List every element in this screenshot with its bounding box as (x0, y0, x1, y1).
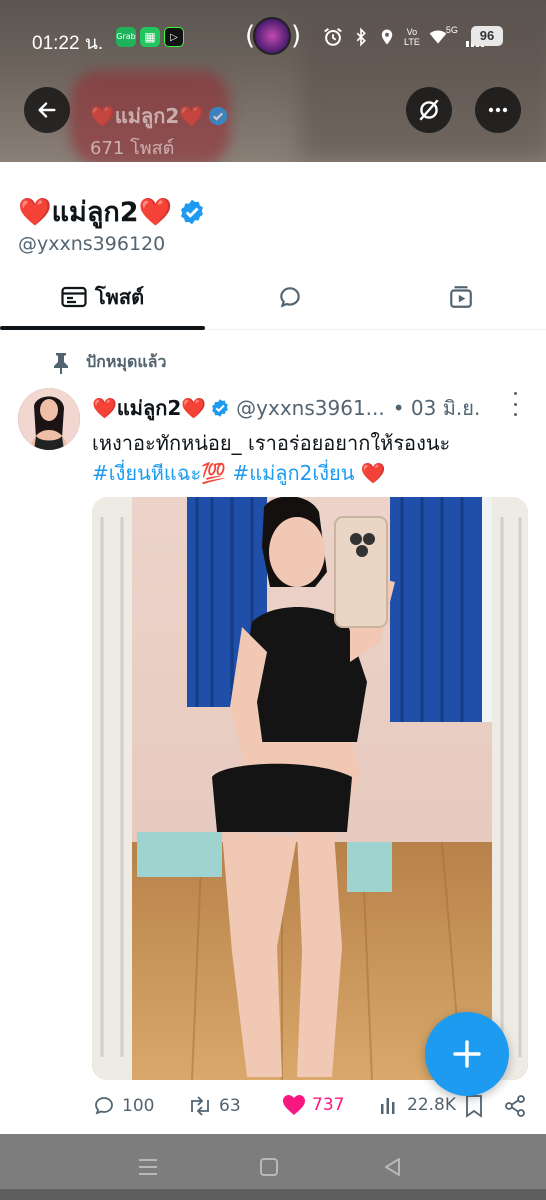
pinned-label: ปักหมุดแล้ว (86, 352, 167, 371)
status-icons: Vo LTE 5G (322, 24, 484, 50)
tweet-media-image[interactable] (92, 497, 528, 1080)
arrow-left-icon (38, 102, 56, 118)
heart-emoji: ❤️ (360, 461, 386, 485)
bluetooth-icon (356, 27, 366, 47)
tab-media[interactable] (375, 266, 546, 328)
share-button[interactable] (504, 1094, 526, 1118)
like-button[interactable]: 737 (282, 1094, 344, 1116)
more-horizontal-icon (488, 107, 508, 113)
verified-badge-icon (181, 199, 204, 224)
alarm-icon (324, 27, 342, 46)
hashtag-link[interactable]: #แม่ลูก2เงี่ยน (232, 461, 354, 485)
tab-active-indicator (0, 326, 205, 330)
system-navigation-bar (0, 1134, 546, 1200)
repost-count: 63 (219, 1096, 241, 1116)
repost-icon (191, 1096, 209, 1116)
posts-icon (61, 286, 87, 308)
profile-tabs: โพสต์ (0, 266, 546, 330)
location-icon (381, 29, 393, 45)
view-count: 22.8K (407, 1095, 456, 1115)
header-display-name: ❤️แม่ลูก2❤️ (90, 100, 228, 132)
tweet-header: ❤️แม่ลูก2❤️ @yxxns3961... • 03 มิ.ย. (92, 392, 532, 424)
triangle-left-icon (385, 1158, 400, 1176)
tweet-body: เหงาอะทักหน่อย_ เราอร่อยอยากให้รองนะ (92, 431, 451, 455)
profile-display-name: ❤️แม่ลูก2❤️ (18, 190, 206, 233)
bookmark-button[interactable] (464, 1094, 484, 1118)
volte-indicator: Vo LTE (404, 27, 420, 47)
tweet-date[interactable]: • 03 มิ.ย. (393, 392, 481, 424)
views-button[interactable]: 22.8K (379, 1094, 456, 1116)
system-back-button[interactable] (378, 1154, 408, 1180)
verified-badge-icon (209, 106, 228, 126)
line-app-icon: ▦ (140, 27, 160, 47)
bookmark-icon (466, 1095, 482, 1118)
like-count: 737 (312, 1095, 345, 1115)
wifi-icon (429, 30, 447, 44)
header-post-count: 671 โพสต์ (90, 138, 175, 159)
content-peek-strip (0, 1189, 546, 1200)
heart-filled-icon (283, 1095, 305, 1115)
reply-count: 100 (122, 1096, 155, 1116)
tweet-actions: 100 63 737 22.8K (92, 1094, 532, 1124)
hashtag-link[interactable]: #เงี่ยนหีแฉะ💯 (92, 461, 226, 485)
tweet-author-name[interactable]: ❤️แม่ลูก2❤️ (92, 392, 206, 424)
battery-indicator: 96 (471, 26, 503, 46)
grok-button[interactable] (406, 87, 452, 133)
grok-icon (419, 99, 439, 121)
tweet-more-button[interactable] (507, 392, 523, 416)
pinned-indicator: ปักหมุดแล้ว (52, 350, 166, 375)
repost-button[interactable]: 63 (187, 1094, 241, 1118)
active-app-bubble: ( ) (245, 17, 301, 55)
tweet-text: เหงาอะทักหน่อย_ เราอร่อยอยากให้รองนะ #เง… (92, 428, 532, 488)
home-button[interactable] (254, 1154, 284, 1180)
tweet-author-handle[interactable]: @yxxns3961... (236, 396, 385, 420)
replies-icon (280, 287, 300, 308)
tab-posts[interactable]: โพสต์ (0, 266, 205, 328)
reply-button[interactable]: 100 (92, 1094, 154, 1118)
recent-apps-button[interactable] (133, 1154, 163, 1180)
tweet-avatar[interactable] (18, 388, 80, 450)
reply-icon (95, 1097, 113, 1115)
profile-page: 01:22 น. Grab ▦ ▷ ( ) Vo LTE 5G 96 ❤️แม่ล… (0, 0, 546, 1200)
menu-lines-icon (139, 1159, 157, 1175)
grab-app-icon: Grab (116, 27, 136, 47)
tab-replies[interactable] (205, 266, 375, 328)
tab-posts-label: โพสต์ (94, 285, 145, 309)
square-icon (260, 1158, 278, 1176)
pin-icon (54, 352, 68, 374)
status-time: 01:22 น. (32, 33, 104, 54)
analytics-icon (381, 1098, 395, 1114)
status-bar: 01:22 น. Grab ▦ ▷ ( ) Vo LTE 5G 96 (0, 0, 546, 70)
more-options-button[interactable] (475, 87, 521, 133)
compose-post-button[interactable] (425, 1012, 509, 1096)
back-button[interactable] (24, 87, 70, 133)
media-icon (449, 286, 472, 308)
network-type: 5G (445, 25, 458, 35)
verified-badge-icon (212, 399, 229, 417)
plus-icon (453, 1040, 481, 1068)
play-app-icon: ▷ (164, 27, 184, 47)
share-icon (505, 1095, 525, 1117)
profile-handle: @yxxns396120 (18, 233, 166, 255)
